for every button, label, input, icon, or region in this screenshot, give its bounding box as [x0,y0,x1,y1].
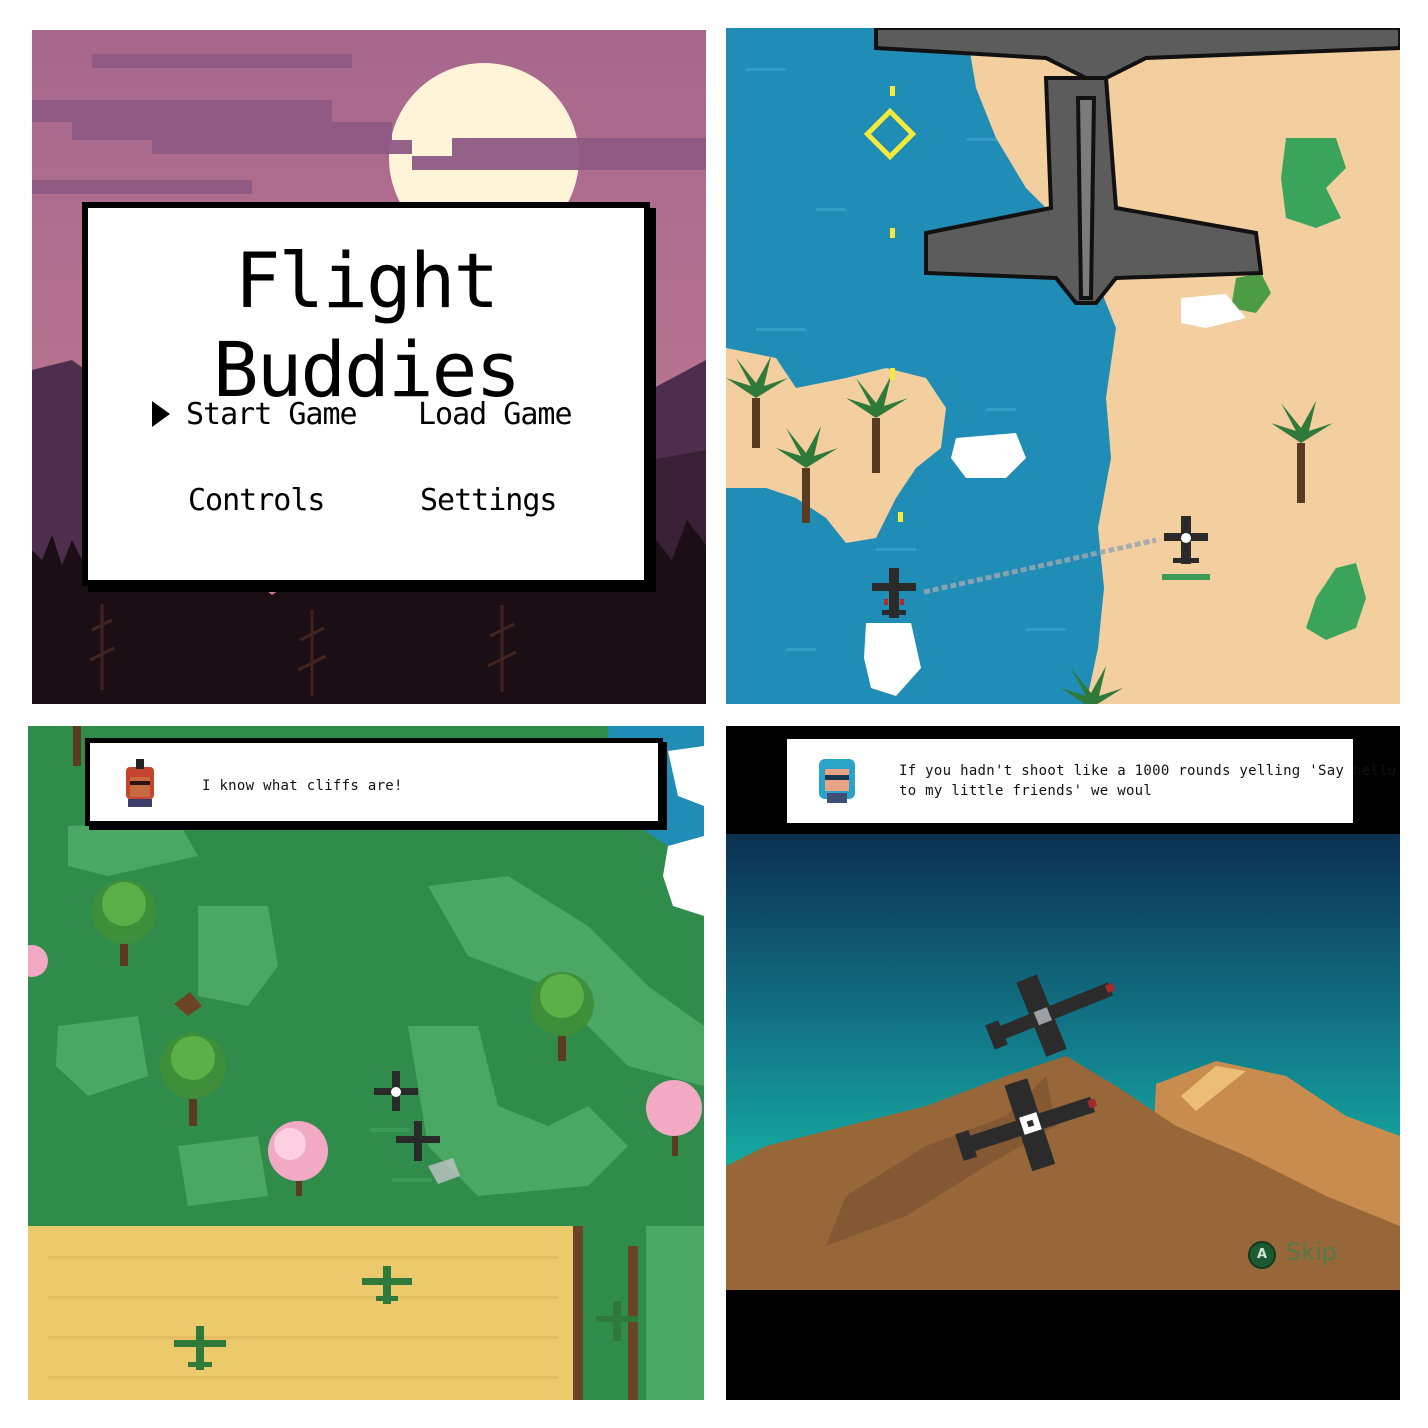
red-helmet-pilot-portrait [126,759,154,807]
dialog-text: I know what cliffs are! [202,778,403,794]
forest-gameplay-panel: I know what cliffs are! [28,726,704,1400]
coast-gameplay-panel [726,28,1400,704]
mountain-scene [726,726,1400,1400]
wheat-field [28,1226,578,1400]
pilot-dialog-box[interactable]: If you hadn't shoot like a 1000 rounds y… [787,739,1396,823]
title-screen-panel: Flight Buddies Start Game Load Game Cont… [32,30,706,704]
controls-button[interactable]: Controls [188,483,325,518]
blue-haired-pilot-portrait [819,759,855,803]
menu-cursor-icon [152,401,170,427]
forest-scene [28,726,704,1400]
dialog-text-line-2: to my little friends' we woul [899,783,1153,799]
dialog-text-line-1: If you hadn't shoot like a 1000 rounds y… [899,763,1397,779]
coast-scene [726,28,1400,704]
skip-button[interactable]: Skip [1286,1238,1337,1266]
main-menu: Flight Buddies Start Game Load Game Cont… [82,202,650,586]
load-game-button[interactable]: Load Game [418,397,573,432]
settings-button[interactable]: Settings [420,483,557,518]
start-game-button[interactable]: Start Game [186,397,358,432]
a-button-icon: A [1248,1241,1276,1269]
pilot-dialog-box[interactable]: I know what cliffs are! [85,738,663,826]
game-title: Flight Buddies [212,236,521,414]
mountain-cutscene-panel: If you hadn't shoot like a 1000 rounds y… [726,726,1400,1400]
